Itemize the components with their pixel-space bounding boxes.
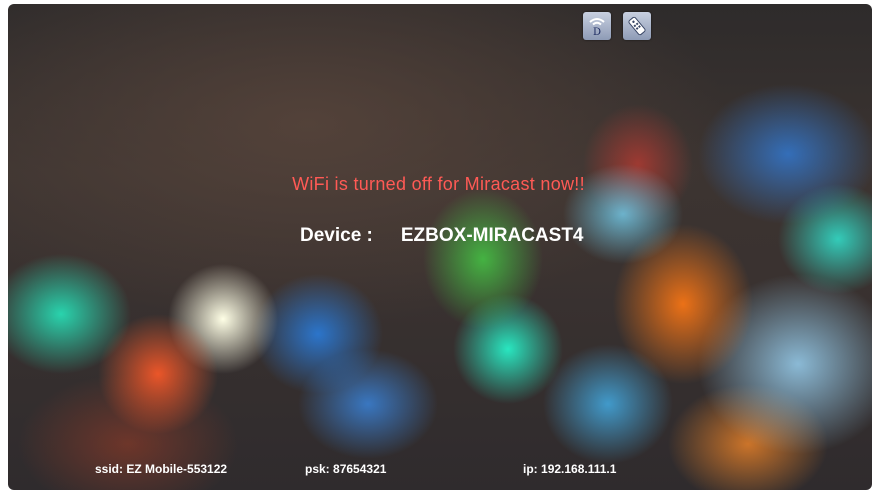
device-row: Device : EZBOX-MIRACAST4 — [300, 225, 584, 247]
header-icons: D — [583, 12, 651, 40]
ip-value: 192.168.111.1 — [541, 462, 617, 476]
psk-info: psk: 87654321 — [305, 462, 386, 476]
tv-screen — [8, 4, 872, 490]
device-label: Device : — [300, 225, 373, 246]
ip-info: ip: 192.168.111.1 — [523, 462, 616, 476]
ssid-value: EZ Mobile-553122 — [126, 462, 228, 476]
psk-label: psk: — [305, 462, 330, 476]
remote-icon[interactable] — [623, 12, 651, 40]
wifi-d-icon[interactable]: D — [583, 12, 611, 40]
ssid-info: ssid: EZ Mobile-553122 — [95, 462, 227, 476]
network-info-bar: ssid: EZ Mobile-553122 psk: 87654321 ip:… — [0, 462, 877, 480]
wifi-badge-letter: D — [593, 27, 601, 37]
ssid-label: ssid: — [95, 462, 124, 476]
wifi-status-message: WiFi is turned off for Miracast now!! — [292, 174, 585, 194]
device-name: EZBOX-MIRACAST4 — [400, 225, 584, 246]
ip-label: ip: — [523, 462, 538, 476]
psk-value: 87654321 — [333, 462, 387, 476]
